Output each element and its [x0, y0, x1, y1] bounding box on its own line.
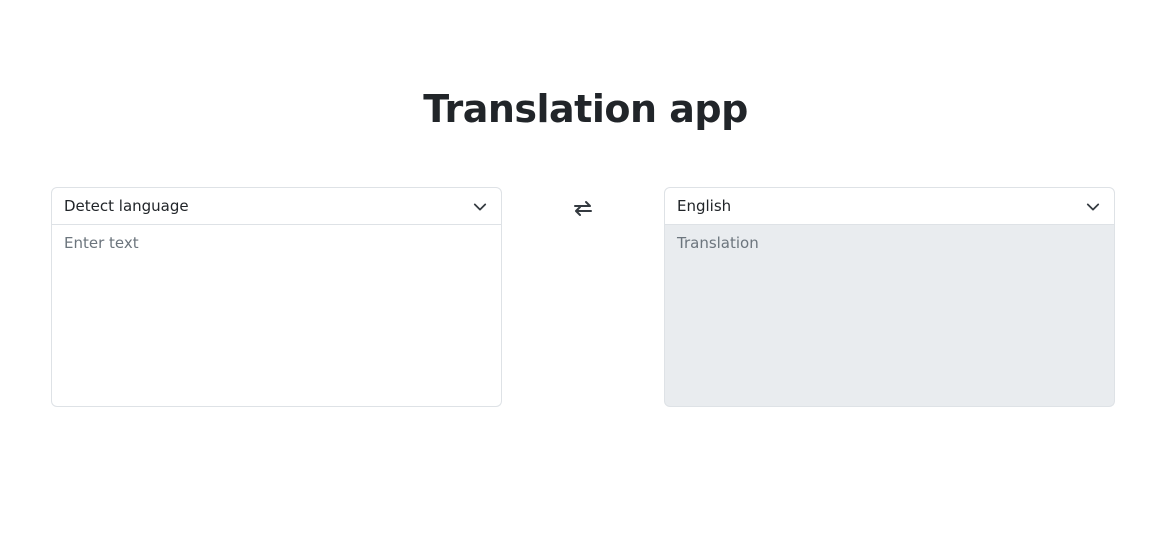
target-panel: English [664, 187, 1115, 412]
source-panel: Detect language [51, 187, 502, 412]
page-title: Translation app [423, 87, 748, 131]
source-language-select[interactable]: Detect language [51, 187, 502, 225]
chevron-down-icon [1086, 203, 1100, 211]
translation-output [664, 225, 1115, 407]
target-language-select[interactable]: English [664, 187, 1115, 225]
translation-app: Translation app Detect language English [0, 0, 1171, 559]
target-language-value: English [677, 197, 732, 215]
chevron-down-icon [473, 203, 487, 211]
source-text-input[interactable] [51, 225, 502, 407]
swap-languages-button[interactable] [570, 196, 596, 220]
source-language-value: Detect language [64, 197, 189, 215]
swap-arrows-icon [574, 201, 592, 216]
